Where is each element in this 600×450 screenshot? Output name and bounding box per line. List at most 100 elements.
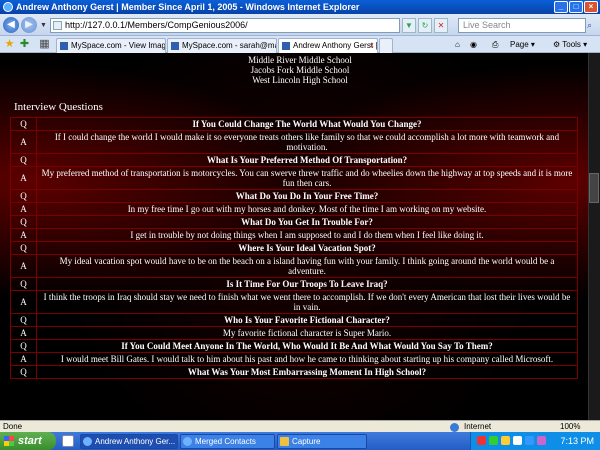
question-text: What Is Your Preferred Method Of Transpo… <box>36 153 578 167</box>
url-field[interactable]: http://127.0.0.1/Members/CompGenious2006… <box>50 18 400 33</box>
history-dropdown-icon[interactable]: ▼ <box>40 22 47 29</box>
minimize-button[interactable]: _ <box>554 1 568 13</box>
tools-menu[interactable]: ⚙ Tools ▾ <box>553 38 587 51</box>
answer-row: A My preferred method of transportation i… <box>10 166 578 190</box>
clock[interactable]: 7:13 PM <box>560 432 594 450</box>
schools-list: Middle River Middle School Jacobs Fork M… <box>0 55 600 85</box>
answer-text: My preferred method of transportation is… <box>36 166 578 190</box>
myspace-icon <box>171 42 179 50</box>
window-controls: _ □ × <box>554 1 598 13</box>
answer-label: A <box>10 326 37 340</box>
add-favorites-icon[interactable]: ✚ <box>18 38 31 51</box>
question-text: What Was Your Most Embarrassing Moment I… <box>36 365 578 379</box>
window-title-bar[interactable]: Andrew Anthony Gerst | Member Since Apri… <box>0 0 600 14</box>
scrollbar-thumb[interactable] <box>589 173 599 203</box>
interview-heading: Interview Questions <box>14 101 103 113</box>
tray-icon[interactable] <box>513 436 522 445</box>
close-button[interactable]: × <box>584 1 598 13</box>
taskbar: start Andrew Anthony Ger... Merged Conta… <box>0 432 600 450</box>
question-label: Q <box>10 277 37 291</box>
zoom-level[interactable]: 100% <box>560 421 580 432</box>
page-icon <box>53 21 62 30</box>
dropdown-icon[interactable]: ▼ <box>402 18 416 33</box>
window-title: Andrew Anthony Gerst | Member Since Apri… <box>16 2 360 12</box>
tab-label: MySpace.com - View Image -... <box>71 41 166 50</box>
stop-icon[interactable]: ✕ <box>434 18 448 33</box>
question-row: Q If You Could Meet Anyone In The World, … <box>10 339 578 353</box>
answer-row: AI get in trouble by not doing things wh… <box>10 228 578 242</box>
answer-text: I think the troops in Iraq should stay w… <box>36 290 578 314</box>
question-row: Q If You Could Change The World What Woul… <box>10 117 578 131</box>
question-row: Q Where Is Your Ideal Vacation Spot? <box>10 241 578 255</box>
taskbar-item-label: Capture <box>292 437 321 446</box>
answer-row: A My favorite fictional character is Supe… <box>10 326 578 340</box>
answer-label: A <box>10 290 37 314</box>
ie-icon <box>3 2 13 12</box>
tab-list-icon[interactable]: ▦ <box>38 38 51 51</box>
ie-icon <box>83 437 92 446</box>
show-desktop-icon[interactable] <box>62 435 74 447</box>
home-icon[interactable]: ⌂ <box>455 38 460 51</box>
back-button[interactable]: ◀ <box>3 17 19 33</box>
answer-label: A <box>10 228 37 242</box>
answer-text: In my free time I go out with my horses … <box>36 202 578 216</box>
feeds-icon[interactable]: ◉ <box>470 38 477 51</box>
vertical-scrollbar[interactable] <box>588 53 600 420</box>
forward-button[interactable]: ▶ <box>21 17 37 33</box>
question-text: What Do You Do In Your Free Time? <box>36 189 578 203</box>
answer-row: A My ideal vacation spot would have to be… <box>10 254 578 278</box>
status-text: Done <box>3 422 23 431</box>
answer-text: If I could change the world I would make… <box>36 130 578 154</box>
question-row: Q What Was Your Most Embarrassing Moment … <box>10 365 578 379</box>
new-tab-button[interactable] <box>379 38 393 53</box>
question-label: Q <box>10 365 37 379</box>
maximize-button[interactable]: □ <box>569 1 583 13</box>
tray-icon[interactable] <box>537 436 546 445</box>
school-item: West Lincoln High School <box>252 75 348 85</box>
security-zone[interactable]: Internet <box>450 421 491 432</box>
answer-text: I would meet Bill Gates. I would talk to… <box>36 352 578 366</box>
answer-label: A <box>10 166 37 190</box>
question-label: Q <box>10 215 37 229</box>
question-text: What Do You Get In Trouble For? <box>36 215 578 229</box>
tab-andrew-gerst[interactable]: Andrew Anthony Gerst | ... × <box>278 38 378 53</box>
tab-label: MySpace.com - sarah@marie... <box>182 41 276 50</box>
status-bar: Done Internet 100% <box>0 420 600 432</box>
search-input[interactable]: Live Search <box>458 18 586 33</box>
question-row: Q What Do You Do In Your Free Time? <box>10 189 578 203</box>
page-content: Middle River Middle School Jacobs Fork M… <box>0 53 600 420</box>
page-menu[interactable]: Page ▾ <box>510 38 535 51</box>
tray-icon[interactable] <box>525 436 534 445</box>
address-toolbar: ◀ ▶ ▼ http://127.0.0.1/Members/CompGenio… <box>0 14 600 36</box>
taskbar-item-merged-contacts[interactable]: Merged Contacts <box>180 434 275 449</box>
question-row: Q Is It Time For Our Troops To Leave Iraq… <box>10 277 578 291</box>
question-text: Is It Time For Our Troops To Leave Iraq? <box>36 277 578 291</box>
refresh-icon[interactable]: ↻ <box>418 18 432 33</box>
search-icon[interactable]: ⌕ <box>587 18 599 33</box>
tab-myspace-sarah[interactable]: MySpace.com - sarah@marie... <box>167 38 277 53</box>
answer-label: A <box>10 130 37 154</box>
close-tab-icon[interactable]: × <box>369 39 374 52</box>
tray-icon[interactable] <box>489 436 498 445</box>
question-text: Where Is Your Ideal Vacation Spot? <box>36 241 578 255</box>
favorites-star-icon[interactable]: ★ <box>3 38 16 51</box>
start-button[interactable]: start <box>0 432 56 450</box>
folder-icon <box>280 437 289 446</box>
myspace-icon <box>60 42 68 50</box>
print-icon[interactable]: ⎙ <box>492 38 498 51</box>
question-row: Q What Is Your Preferred Method Of Transp… <box>10 153 578 167</box>
page-icon <box>282 42 290 50</box>
tab-label: Andrew Anthony Gerst | ... <box>293 41 378 50</box>
tray-icon[interactable] <box>477 436 486 445</box>
tray-icon[interactable] <box>501 436 510 445</box>
question-label: Q <box>10 313 37 327</box>
school-item: Jacobs Fork Middle School <box>250 65 350 75</box>
answer-text: My favorite fictional character is Super… <box>36 326 578 340</box>
answer-row: AI would meet Bill Gates. I would talk t… <box>10 352 578 366</box>
page-menu-label: Page <box>510 40 529 49</box>
taskbar-item-capture[interactable]: Capture <box>277 434 367 449</box>
taskbar-item-ie[interactable]: Andrew Anthony Ger... <box>80 434 178 449</box>
interview-table: Q If You Could Change The World What Woul… <box>10 117 578 379</box>
question-row: Q Who Is Your Favorite Fictional Characte… <box>10 313 578 327</box>
tab-myspace-view-image[interactable]: MySpace.com - View Image -... <box>56 38 166 53</box>
